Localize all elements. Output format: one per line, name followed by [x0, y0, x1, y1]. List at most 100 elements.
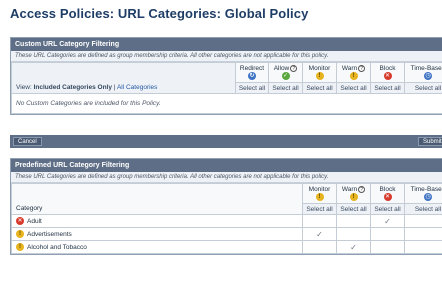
- checkmark-icon: ✓: [384, 216, 391, 226]
- column-label: Allow?: [270, 65, 302, 73]
- action-cell-warn[interactable]: [336, 214, 371, 228]
- action-cell-warn[interactable]: ✓: [336, 240, 371, 254]
- column-label: Block: [372, 186, 404, 193]
- custom-section-header: Custom URL Category Filtering: [11, 38, 442, 51]
- time-based-icon: ◷: [424, 72, 432, 80]
- column-label-text: Block: [379, 65, 396, 72]
- help-icon[interactable]: ?: [358, 186, 366, 193]
- select-all-warn[interactable]: Select all: [336, 203, 371, 215]
- custom-empty-message: No Custom Categories are included for th…: [11, 93, 442, 114]
- checkmark-icon: ✓: [316, 229, 323, 239]
- category-row: ✕ Adult ✓: [11, 214, 442, 228]
- warn-icon: !: [16, 243, 24, 251]
- form-button-bar: Cancel Submit: [10, 135, 442, 148]
- action-cell-block[interactable]: [370, 227, 405, 241]
- column-label-text: Redirect: [239, 65, 265, 72]
- column-block: Block ✕: [370, 62, 405, 83]
- column-label: Warn?: [338, 186, 370, 194]
- action-cell-time-based[interactable]: [404, 240, 442, 254]
- column-label-text: Warn: [341, 65, 358, 73]
- action-cell-block[interactable]: ✓: [370, 214, 405, 228]
- monitor-icon: !: [315, 72, 324, 80]
- column-monitor: Monitor!: [302, 183, 337, 204]
- column-label-text: Monitor: [308, 65, 331, 72]
- column-label: Redirect: [237, 65, 268, 72]
- select-all-block[interactable]: Select all: [370, 82, 405, 94]
- all-categories-link[interactable]: All Categories: [117, 84, 157, 91]
- checkmark-icon: ✓: [350, 242, 357, 252]
- column-label-text: Time-Based: [410, 186, 442, 193]
- time-based-icon: ◷: [424, 193, 432, 201]
- select-all-monitor[interactable]: Select all: [302, 203, 337, 215]
- predefined-url-category-section: Predefined URL Category Filtering These …: [10, 158, 442, 255]
- column-label: Warn?: [338, 65, 370, 73]
- category-cell: ✕ Adult: [11, 214, 303, 228]
- category-cell: ! Alcohol and Tobacco: [11, 240, 303, 254]
- warn-icon: !: [349, 72, 358, 81]
- column-label: Monitor: [304, 65, 336, 72]
- page-title: Access Policies: URL Categories: Global …: [10, 6, 309, 21]
- column-label-text: Block: [379, 186, 396, 193]
- column-time-based: Time-Based ◷: [404, 183, 442, 204]
- column-label-text: Warn: [341, 186, 358, 194]
- column-label: Time-Based: [406, 65, 442, 72]
- action-cell-time-based[interactable]: [404, 227, 442, 241]
- category-row: ! Advertisements ✓: [11, 227, 442, 241]
- help-icon[interactable]: ?: [290, 65, 298, 72]
- column-label: Monitor: [304, 186, 336, 193]
- view-current: Included Categories Only: [33, 84, 112, 91]
- column-label-text: Monitor: [308, 186, 331, 193]
- select-all-time-based[interactable]: Select all: [404, 203, 442, 215]
- category-name: Advertisements: [27, 230, 72, 238]
- column-warn: Warn?!: [336, 183, 371, 204]
- action-cell-block[interactable]: [370, 240, 405, 254]
- column-label: Time-Based: [406, 186, 442, 193]
- select-all-warn[interactable]: Select all: [336, 82, 371, 94]
- category-name: Adult: [27, 217, 42, 225]
- view-label: View:: [16, 84, 32, 91]
- select-all-time-based[interactable]: Select all: [404, 82, 442, 94]
- column-label: Block: [372, 65, 404, 72]
- block-icon: ✕: [16, 217, 24, 225]
- select-all-block[interactable]: Select all: [370, 203, 405, 215]
- redirect-icon: ↻: [248, 72, 256, 80]
- category-cell: ! Advertisements: [11, 227, 303, 241]
- predefined-category-table: Category Monitor! Warn?! Block ✕ Time-Based ◷…: [11, 183, 442, 254]
- action-cell-monitor[interactable]: [302, 214, 337, 228]
- predefined-section-note: These URL Categories are defined as grou…: [11, 172, 442, 183]
- block-icon: ✕: [383, 193, 392, 201]
- column-label-text: Allow: [273, 65, 290, 73]
- column-time-based: Time-Based ◷: [404, 62, 442, 83]
- category-row: ! Alcohol and Tobacco ✓: [11, 240, 442, 254]
- select-all-redirect[interactable]: Select all: [235, 82, 269, 94]
- block-icon: ✕: [383, 72, 392, 80]
- view-separator: |: [113, 84, 116, 91]
- warn-icon: !: [349, 193, 358, 202]
- select-all-monitor[interactable]: Select all: [302, 82, 337, 94]
- custom-category-table: View: Included Categories Only | All Cat…: [11, 62, 442, 114]
- category-name: Alcohol and Tobacco: [27, 243, 87, 251]
- action-cell-monitor[interactable]: [302, 240, 337, 254]
- column-allow: Allow? ✓: [268, 62, 303, 83]
- predefined-section-header: Predefined URL Category Filtering: [11, 159, 442, 172]
- category-column-header: Category: [11, 183, 303, 215]
- select-all-allow[interactable]: Select all: [268, 82, 303, 94]
- action-cell-time-based[interactable]: [404, 214, 442, 228]
- view-filter: View: Included Categories Only | All Cat…: [11, 62, 236, 94]
- custom-section-note: These URL Categories are defined as grou…: [11, 51, 442, 62]
- access-policies-page: Access Policies: URL Categories: Global …: [0, 0, 442, 281]
- column-block: Block ✕: [370, 183, 405, 204]
- custom-url-category-section: Custom URL Category Filtering These URL …: [10, 37, 442, 115]
- action-cell-monitor[interactable]: ✓: [302, 227, 337, 241]
- column-warn: Warn?!: [336, 62, 371, 83]
- action-cell-warn[interactable]: [336, 227, 371, 241]
- cancel-button[interactable]: Cancel: [13, 137, 42, 146]
- column-monitor: Monitor!: [302, 62, 337, 83]
- column-redirect: Redirect ↻: [235, 62, 269, 83]
- submit-button[interactable]: Submit: [418, 137, 442, 146]
- monitor-icon: !: [315, 193, 324, 201]
- monitor-icon: !: [16, 230, 24, 238]
- column-label-text: Time-Based: [410, 65, 442, 72]
- help-icon[interactable]: ?: [358, 65, 366, 72]
- allow-icon: ✓: [281, 72, 290, 81]
